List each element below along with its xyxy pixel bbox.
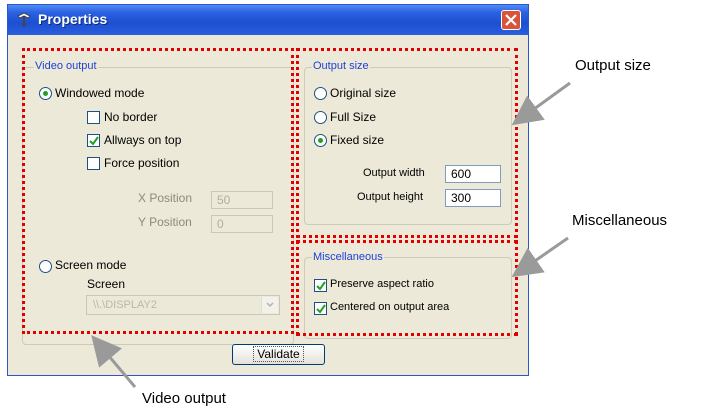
output-size-callout: Output size: [575, 57, 651, 74]
miscellaneous-arrow: [511, 236, 569, 278]
video-output-arrow: [91, 335, 137, 388]
output-size-arrow: [511, 81, 571, 126]
miscellaneous-callout: Miscellaneous: [572, 212, 668, 229]
video-output-callout: Video output: [142, 390, 226, 407]
